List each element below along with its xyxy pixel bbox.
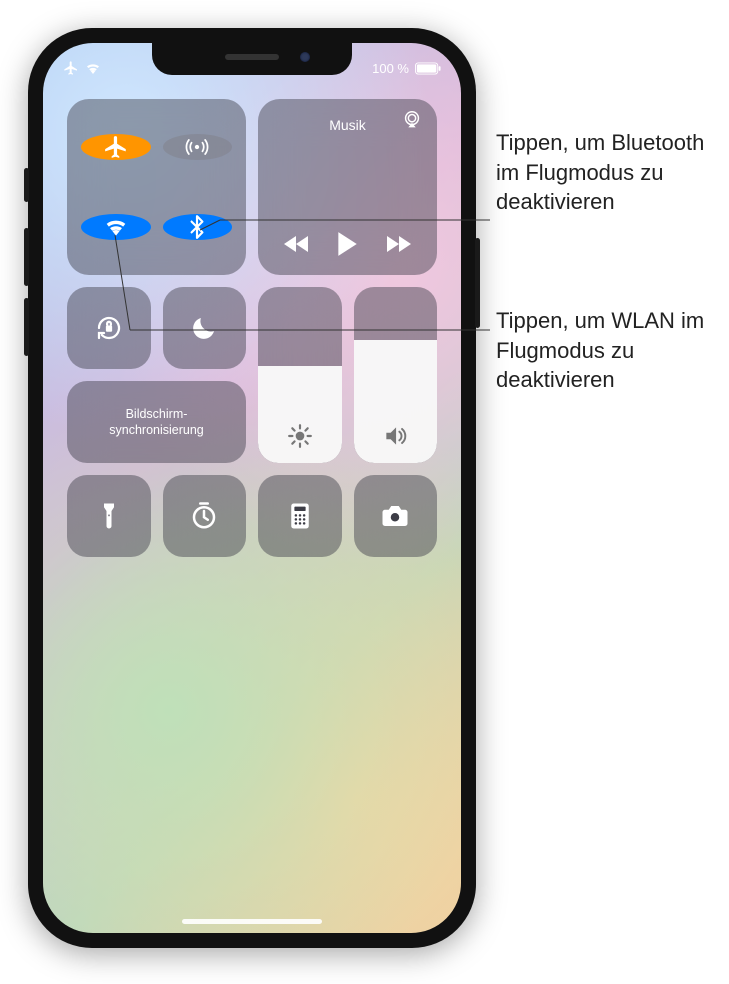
battery-icon — [415, 62, 441, 75]
do-not-disturb-toggle[interactable] — [163, 287, 247, 369]
calculator-button[interactable] — [258, 475, 342, 557]
wifi-status-icon — [85, 62, 101, 74]
control-center: Musik — [67, 99, 437, 557]
side-button-vol-up — [24, 228, 29, 286]
phone-frame: 100 % — [28, 28, 476, 948]
battery-percent: 100 % — [372, 61, 409, 76]
side-button-power — [475, 238, 480, 328]
screen: 100 % — [43, 43, 461, 933]
airplane-mode-toggle[interactable] — [81, 134, 151, 160]
front-camera — [300, 52, 310, 62]
home-indicator[interactable] — [182, 919, 322, 924]
music-title: Musik — [329, 117, 366, 133]
airplay-icon[interactable] — [401, 109, 423, 136]
bluetooth-toggle[interactable] — [163, 214, 233, 240]
now-playing-tile[interactable]: Musik — [258, 99, 437, 275]
play-button[interactable] — [326, 223, 368, 265]
orientation-lock-toggle[interactable] — [67, 287, 151, 369]
side-button-silence — [24, 168, 29, 202]
callout-wlan: Tippen, um WLAN im Flugmodus zu deaktivi… — [496, 306, 716, 395]
speaker-grille — [225, 54, 279, 60]
connectivity-group[interactable] — [67, 99, 246, 275]
screen-mirroring-button[interactable]: Bildschirm- synchronisierung — [67, 381, 246, 463]
side-button-vol-down — [24, 298, 29, 356]
timer-button[interactable] — [163, 475, 247, 557]
camera-button[interactable] — [354, 475, 438, 557]
callout-bluetooth: Tippen, um Bluetooth im Flugmodus zu dea… — [496, 128, 716, 217]
screen-mirroring-label: Bildschirm- synchronisierung — [109, 406, 204, 439]
wifi-toggle[interactable] — [81, 214, 151, 240]
brightness-slider[interactable] — [258, 287, 342, 463]
notch — [152, 43, 352, 75]
prev-track-button[interactable] — [276, 223, 318, 265]
cellular-data-toggle[interactable] — [163, 134, 233, 160]
airplane-status-icon — [63, 60, 79, 76]
flashlight-button[interactable] — [67, 475, 151, 557]
volume-slider[interactable] — [354, 287, 438, 463]
next-track-button[interactable] — [377, 223, 419, 265]
